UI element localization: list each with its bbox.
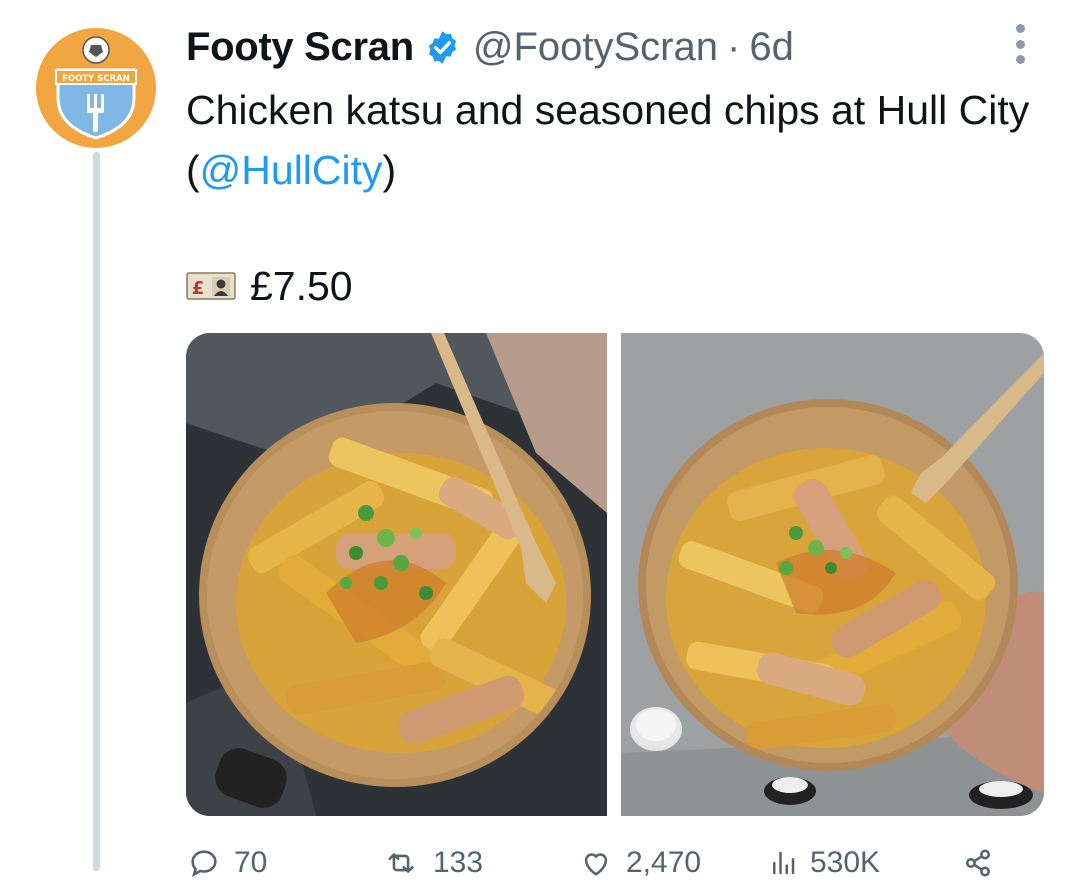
views-button[interactable]: 530K xyxy=(768,846,880,880)
like-count: 2,470 xyxy=(626,846,702,879)
share-button[interactable] xyxy=(958,846,1010,880)
tweet-text: Chicken katsu and seasoned chips at Hull… xyxy=(186,80,1066,200)
katsu-chips-bowl-photo-1[interactable] xyxy=(186,333,607,816)
footy-scran-logo: FOOTY SCRAN xyxy=(36,28,156,148)
mention-link[interactable]: @HullCity xyxy=(200,147,383,193)
svg-text:FOOTY SCRAN: FOOTY SCRAN xyxy=(62,74,130,84)
like-button[interactable]: 2,470 xyxy=(578,846,701,880)
svg-text:£: £ xyxy=(192,278,205,299)
views-icon xyxy=(773,851,795,875)
media-grid xyxy=(186,333,1044,816)
repost-button[interactable]: 133 xyxy=(381,846,483,880)
separator-dot: · xyxy=(727,24,741,69)
tweet-header: Footy Scran @FootyScran · 6d xyxy=(186,22,794,72)
author-handle[interactable]: @FootyScran xyxy=(473,25,718,70)
reply-count: 70 xyxy=(234,846,268,879)
verified-badge-icon xyxy=(428,30,456,64)
share-icon xyxy=(965,849,991,877)
katsu-chips-bowl-photo-2[interactable] xyxy=(621,333,1044,816)
repost-count: 133 xyxy=(433,846,484,879)
like-icon xyxy=(584,853,608,876)
avatar[interactable]: FOOTY SCRAN xyxy=(36,28,156,148)
reply-icon xyxy=(191,850,217,877)
more-options-icon[interactable] xyxy=(1008,24,1032,64)
price-text: £7.50 xyxy=(250,262,353,309)
repost-icon xyxy=(388,853,414,873)
thread-line xyxy=(93,152,100,871)
views-count: 530K xyxy=(810,846,881,879)
author-name[interactable]: Footy Scran xyxy=(186,25,414,70)
price-line: £ £7.50 xyxy=(186,258,353,314)
tweet-age[interactable]: 6d xyxy=(749,25,794,70)
banknote-pound-emoji: £ xyxy=(186,272,236,300)
tweet-text-close: ) xyxy=(382,147,397,193)
reply-button[interactable]: 70 xyxy=(186,846,267,880)
action-bar: 70 133 2,470 530K xyxy=(186,846,1046,886)
